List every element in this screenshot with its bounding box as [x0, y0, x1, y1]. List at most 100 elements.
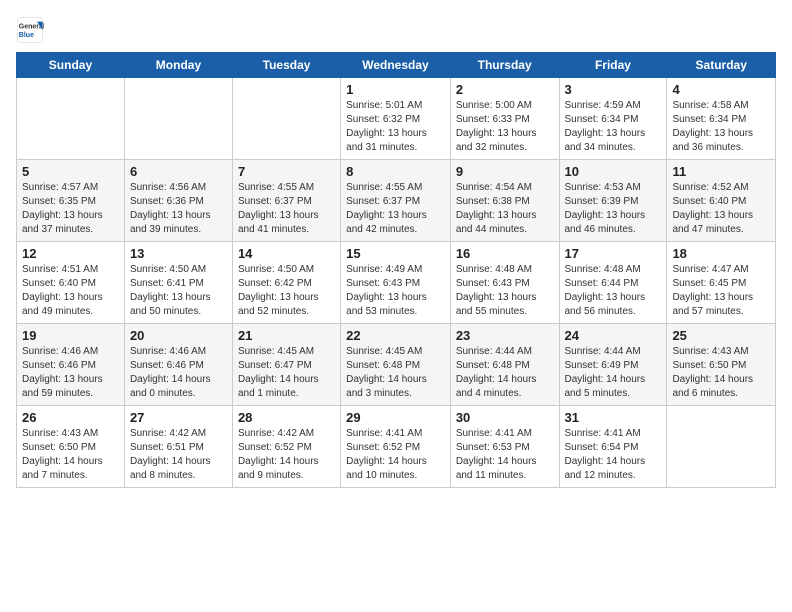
calendar-cell: 4 Sunrise: 4:58 AMSunset: 6:34 PMDaylight… [667, 78, 776, 160]
date-number: 20 [130, 328, 227, 343]
date-number: 29 [346, 410, 445, 425]
date-number: 8 [346, 164, 445, 179]
date-number: 23 [456, 328, 554, 343]
cell-info: Sunrise: 4:52 AMSunset: 6:40 PMDaylight:… [672, 181, 770, 237]
date-number: 27 [130, 410, 227, 425]
cell-info: Sunrise: 4:46 AMSunset: 6:46 PMDaylight:… [22, 345, 119, 401]
calendar-cell: 26 Sunrise: 4:43 AMSunset: 6:50 PMDayligh… [17, 406, 125, 488]
cell-info: Sunrise: 4:49 AMSunset: 6:43 PMDaylight:… [346, 263, 445, 319]
svg-text:Blue: Blue [19, 32, 34, 39]
calendar-cell: 8 Sunrise: 4:55 AMSunset: 6:37 PMDaylight… [341, 160, 451, 242]
cell-info: Sunrise: 4:47 AMSunset: 6:45 PMDaylight:… [672, 263, 770, 319]
calendar-cell: 27Sunrise: 4:42 AMSunset: 6:51 PMDayligh… [124, 406, 232, 488]
calendar-cell: 10 Sunrise: 4:53 AMSunset: 6:39 PMDayligh… [559, 160, 667, 242]
date-number: 25 [672, 328, 770, 343]
cell-info: Sunrise: 4:50 AMSunset: 6:41 PMDaylight:… [130, 263, 227, 319]
date-number: 14 [238, 246, 335, 261]
calendar-cell: 28 Sunrise: 4:42 AMSunset: 6:52 PMDayligh… [232, 406, 340, 488]
calendar-cell: 21 Sunrise: 4:45 AMSunset: 6:47 PMDayligh… [232, 324, 340, 406]
date-number: 16 [456, 246, 554, 261]
date-number: 17 [565, 246, 662, 261]
calendar-cell: 11 Sunrise: 4:52 AMSunset: 6:40 PMDayligh… [667, 160, 776, 242]
cell-info: Sunrise: 4:44 AMSunset: 6:49 PMDaylight:… [565, 345, 662, 401]
calendar-cell: 9 Sunrise: 4:54 AMSunset: 6:38 PMDaylight… [450, 160, 559, 242]
cell-info: Sunrise: 4:54 AMSunset: 6:38 PMDaylight:… [456, 181, 554, 237]
calendar-cell: 12Sunrise: 4:51 AMSunset: 6:40 PMDayligh… [17, 242, 125, 324]
calendar-cell [17, 78, 125, 160]
cell-info: Sunrise: 4:42 AMSunset: 6:52 PMDaylight:… [238, 427, 335, 483]
date-number: 26 [22, 410, 119, 425]
calendar-cell: 20 Sunrise: 4:46 AMSunset: 6:46 PMDayligh… [124, 324, 232, 406]
date-number: 19 [22, 328, 119, 343]
calendar-cell [124, 78, 232, 160]
calendar-cell [667, 406, 776, 488]
date-number: 21 [238, 328, 335, 343]
date-number: 13 [130, 246, 227, 261]
cell-info: Sunrise: 4:43 AMSunset: 6:50 PMDaylight:… [672, 345, 770, 401]
calendar-cell: 5 Sunrise: 4:57 AMSunset: 6:35 PMDaylight… [17, 160, 125, 242]
day-header-tuesday: Tuesday [232, 53, 340, 78]
cell-info: Sunrise: 4:55 AMSunset: 6:37 PMDaylight:… [238, 181, 335, 237]
calendar-cell: 30 Sunrise: 4:41 AMSunset: 6:53 PMDayligh… [450, 406, 559, 488]
calendar-week-1: 1 Sunrise: 5:01 AMSunset: 6:32 PMDaylight… [17, 78, 776, 160]
calendar-cell: 6 Sunrise: 4:56 AMSunset: 6:36 PMDaylight… [124, 160, 232, 242]
calendar-cell: 15 Sunrise: 4:49 AMSunset: 6:43 PMDayligh… [341, 242, 451, 324]
date-number: 12 [22, 246, 119, 261]
cell-info: Sunrise: 4:56 AMSunset: 6:36 PMDaylight:… [130, 181, 227, 237]
calendar-cell: 2Sunrise: 5:00 AMSunset: 6:33 PMDaylight… [450, 78, 559, 160]
calendar-cell: 13 Sunrise: 4:50 AMSunset: 6:41 PMDayligh… [124, 242, 232, 324]
cell-info: Sunrise: 5:00 AMSunset: 6:33 PMDaylight:… [456, 99, 554, 155]
header-row: SundayMondayTuesdayWednesdayThursdayFrid… [17, 53, 776, 78]
calendar-cell: 18 Sunrise: 4:47 AMSunset: 6:45 PMDayligh… [667, 242, 776, 324]
calendar-cell: 17 Sunrise: 4:48 AMSunset: 6:44 PMDayligh… [559, 242, 667, 324]
date-number: 6 [130, 164, 227, 179]
date-number: 1 [346, 82, 445, 97]
cell-info: Sunrise: 4:50 AMSunset: 6:42 PMDaylight:… [238, 263, 335, 319]
calendar-cell: 19 Sunrise: 4:46 AMSunset: 6:46 PMDayligh… [17, 324, 125, 406]
date-number: 18 [672, 246, 770, 261]
cell-info: Sunrise: 4:43 AMSunset: 6:50 PMDaylight:… [22, 427, 119, 483]
cell-info: Sunrise: 4:45 AMSunset: 6:47 PMDaylight:… [238, 345, 335, 401]
date-number: 22 [346, 328, 445, 343]
date-number: 28 [238, 410, 335, 425]
cell-info: Sunrise: 4:58 AMSunset: 6:34 PMDaylight:… [672, 99, 770, 155]
calendar-cell: 29Sunrise: 4:41 AMSunset: 6:52 PMDayligh… [341, 406, 451, 488]
cell-info: Sunrise: 4:48 AMSunset: 6:43 PMDaylight:… [456, 263, 554, 319]
date-number: 7 [238, 164, 335, 179]
cell-info: Sunrise: 4:41 AMSunset: 6:53 PMDaylight:… [456, 427, 554, 483]
day-header-sunday: Sunday [17, 53, 125, 78]
date-number: 4 [672, 82, 770, 97]
day-header-friday: Friday [559, 53, 667, 78]
calendar-week-3: 12Sunrise: 4:51 AMSunset: 6:40 PMDayligh… [17, 242, 776, 324]
day-header-saturday: Saturday [667, 53, 776, 78]
cell-info: Sunrise: 4:45 AMSunset: 6:48 PMDaylight:… [346, 345, 445, 401]
date-number: 9 [456, 164, 554, 179]
cell-info: Sunrise: 4:48 AMSunset: 6:44 PMDaylight:… [565, 263, 662, 319]
day-header-thursday: Thursday [450, 53, 559, 78]
cell-info: Sunrise: 4:46 AMSunset: 6:46 PMDaylight:… [130, 345, 227, 401]
date-number: 10 [565, 164, 662, 179]
calendar-cell: 1 Sunrise: 5:01 AMSunset: 6:32 PMDaylight… [341, 78, 451, 160]
calendar-week-2: 5 Sunrise: 4:57 AMSunset: 6:35 PMDaylight… [17, 160, 776, 242]
cell-info: Sunrise: 4:41 AMSunset: 6:54 PMDaylight:… [565, 427, 662, 483]
cell-info: Sunrise: 4:57 AMSunset: 6:35 PMDaylight:… [22, 181, 119, 237]
cell-info: Sunrise: 4:44 AMSunset: 6:48 PMDaylight:… [456, 345, 554, 401]
date-number: 5 [22, 164, 119, 179]
date-number: 11 [672, 164, 770, 179]
logo: General Blue [16, 16, 48, 44]
calendar-cell: 7 Sunrise: 4:55 AMSunset: 6:37 PMDaylight… [232, 160, 340, 242]
cell-info: Sunrise: 4:59 AMSunset: 6:34 PMDaylight:… [565, 99, 662, 155]
cell-info: Sunrise: 5:01 AMSunset: 6:32 PMDaylight:… [346, 99, 445, 155]
calendar-week-5: 26 Sunrise: 4:43 AMSunset: 6:50 PMDayligh… [17, 406, 776, 488]
date-number: 30 [456, 410, 554, 425]
calendar-cell: 24Sunrise: 4:44 AMSunset: 6:49 PMDayligh… [559, 324, 667, 406]
day-header-wednesday: Wednesday [341, 53, 451, 78]
calendar-week-4: 19 Sunrise: 4:46 AMSunset: 6:46 PMDayligh… [17, 324, 776, 406]
date-number: 3 [565, 82, 662, 97]
date-number: 15 [346, 246, 445, 261]
cell-info: Sunrise: 4:53 AMSunset: 6:39 PMDaylight:… [565, 181, 662, 237]
day-header-monday: Monday [124, 53, 232, 78]
calendar-cell: 23 Sunrise: 4:44 AMSunset: 6:48 PMDayligh… [450, 324, 559, 406]
calendar-table: SundayMondayTuesdayWednesdayThursdayFrid… [16, 52, 776, 488]
cell-info: Sunrise: 4:55 AMSunset: 6:37 PMDaylight:… [346, 181, 445, 237]
